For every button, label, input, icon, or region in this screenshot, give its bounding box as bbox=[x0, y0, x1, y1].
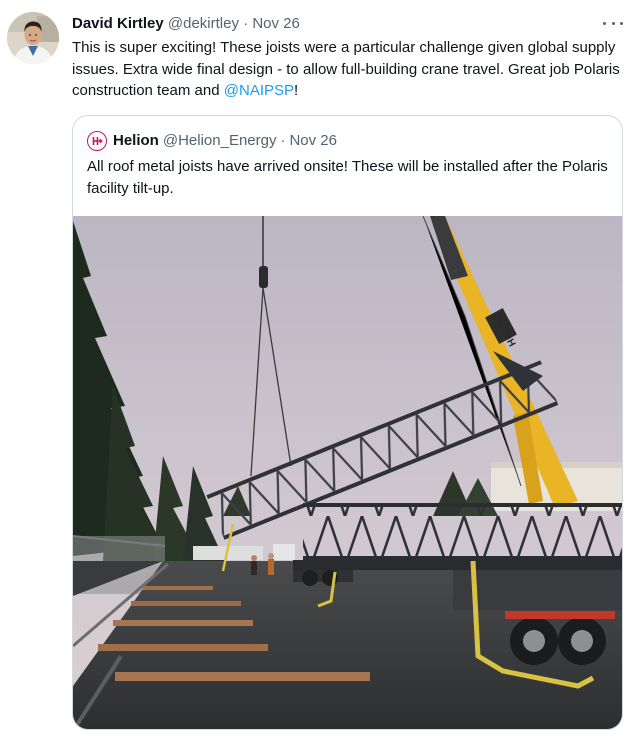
quoted-tweet[interactable]: Helion @Helion_Energy · Nov 26 All roof … bbox=[72, 115, 623, 730]
quoted-tweet-photo[interactable]: BARNH bbox=[73, 216, 622, 729]
helion-logo-icon[interactable] bbox=[87, 131, 107, 151]
tweet-text-body: This is super exciting! These joists wer… bbox=[72, 39, 620, 99]
quoted-tweet-header: Helion @Helion_Energy · Nov 26 bbox=[87, 131, 337, 151]
quoted-author-handle[interactable]: @Helion_Energy bbox=[163, 131, 277, 151]
tweet-date[interactable]: Nov 26 bbox=[252, 15, 300, 32]
tweet-header: David Kirtley @dekirtley · Nov 26 bbox=[72, 14, 625, 34]
tweet-text-end: ! bbox=[294, 82, 299, 99]
tweet[interactable]: David Kirtley @dekirtley · Nov 26 This i… bbox=[0, 0, 641, 741]
author-handle[interactable]: @dekirtley bbox=[168, 15, 239, 32]
separator-dot: · bbox=[280, 132, 286, 149]
more-horizontal-icon[interactable] bbox=[603, 14, 623, 32]
tweet-text: This is super exciting! These joists wer… bbox=[72, 37, 627, 102]
mention-link[interactable]: @NAIPSP bbox=[224, 82, 294, 99]
quoted-tweet-text: All roof metal joists have arrived onsit… bbox=[87, 158, 608, 197]
author-avatar[interactable] bbox=[7, 12, 59, 64]
quoted-author-name[interactable]: Helion bbox=[113, 131, 159, 151]
author-name[interactable]: David Kirtley bbox=[72, 15, 164, 32]
quoted-tweet-date[interactable]: Nov 26 bbox=[289, 131, 337, 151]
separator-dot: · bbox=[243, 15, 249, 32]
